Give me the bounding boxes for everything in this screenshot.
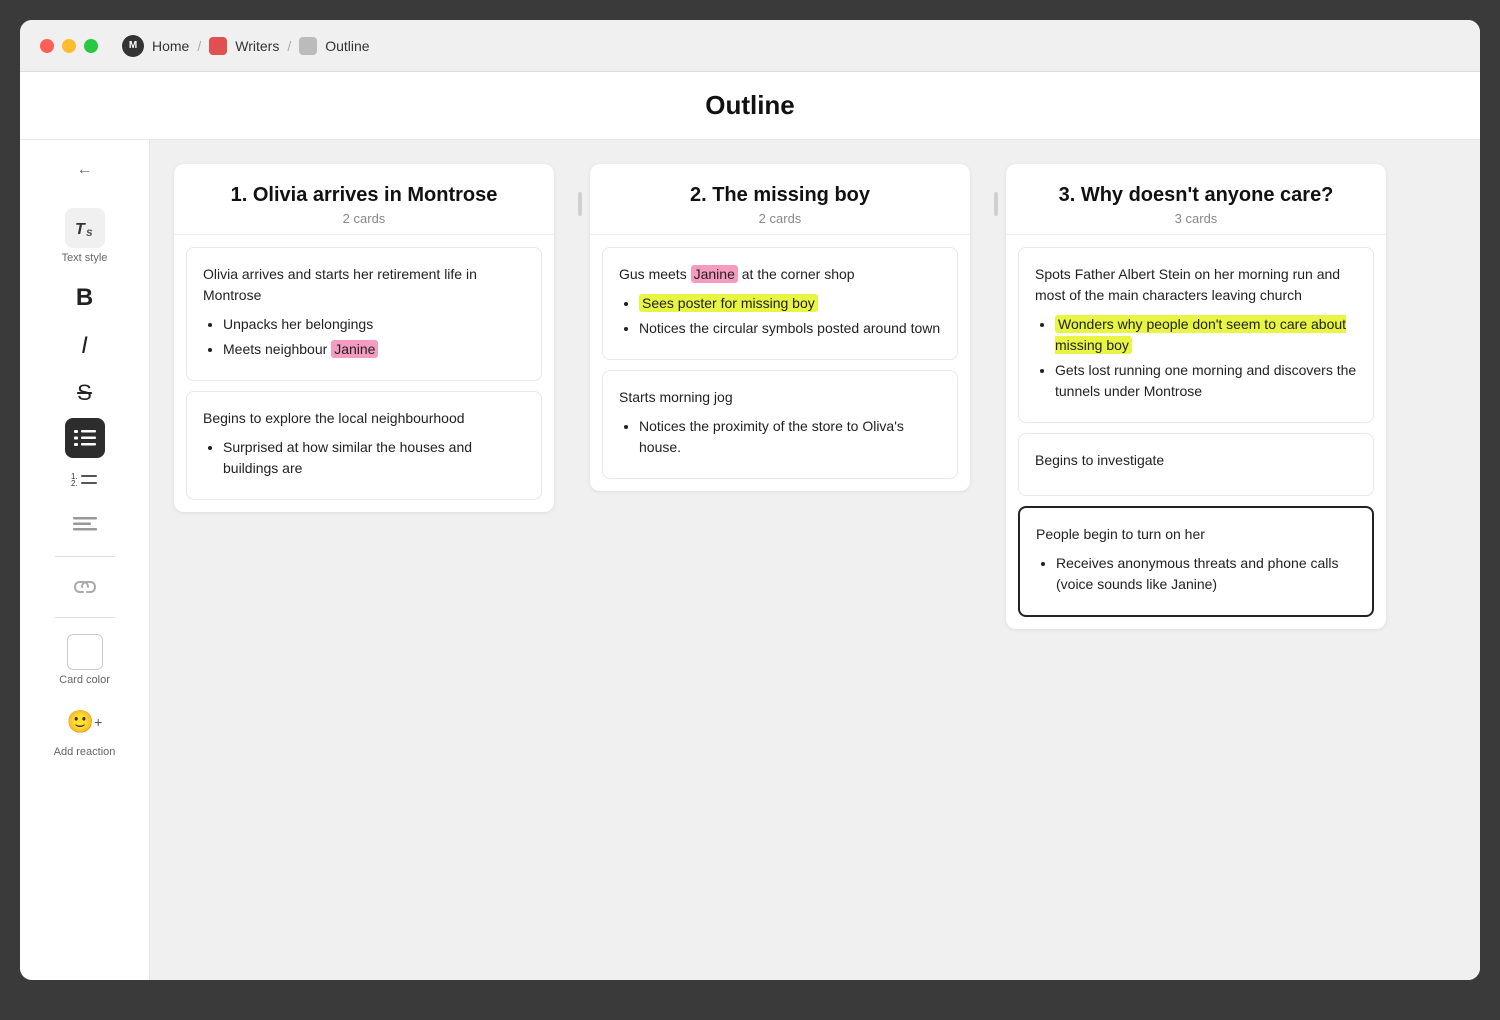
card-1-1-text: Olivia arrives and starts her retirement… [203, 264, 525, 306]
card-3-3[interactable]: People begin to turn on her Receives ano… [1018, 506, 1374, 617]
card-color-swatch [67, 634, 103, 670]
card-3-2[interactable]: Begins to investigate [1018, 433, 1374, 496]
column-sep-1 [570, 164, 590, 216]
card-2-1-list: Sees poster for missing boy Notices the … [619, 293, 941, 339]
page-title: Outline [38, 90, 1462, 121]
strikethrough-button[interactable]: S [69, 372, 100, 414]
maximize-button[interactable] [84, 39, 98, 53]
column-1-title: 1. Olivia arrives in Montrose [194, 184, 534, 207]
titlebar: M Home / Writers / Outline [20, 20, 1480, 72]
back-icon: ← [77, 161, 93, 179]
list-item: Meets neighbour Janine [223, 339, 525, 360]
card-3-2-text: Begins to investigate [1035, 450, 1357, 471]
column-2-header: 2. The missing boy 2 cards [590, 164, 970, 235]
card-2-1-text: Gus meets Janine at the corner shop [619, 264, 941, 285]
highlight-yellow-1: Sees poster for missing boy [639, 294, 818, 312]
list-item: Notices the proximity of the store to Ol… [639, 416, 941, 458]
card-2-2-list: Notices the proximity of the store to Ol… [619, 416, 941, 458]
column-2-body: Gus meets Janine at the corner shop Sees… [590, 235, 970, 491]
column-1-body: Olivia arrives and starts her retirement… [174, 235, 554, 512]
column-1-count: 2 cards [194, 211, 534, 226]
card-2-1[interactable]: Gus meets Janine at the corner shop Sees… [602, 247, 958, 360]
sidebar: ← T s Text style B I S [20, 140, 150, 980]
column-2: 2. The missing boy 2 cards Gus meets Jan… [590, 164, 970, 491]
content-area: 1. Olivia arrives in Montrose 2 cards Ol… [150, 140, 1480, 980]
column-1: 1. Olivia arrives in Montrose 2 cards Ol… [174, 164, 554, 512]
list-item: Notices the circular symbols posted arou… [639, 318, 941, 339]
reaction-icon: 🙂+ [64, 702, 104, 742]
column-3-count: 3 cards [1026, 211, 1366, 226]
card-1-2-text: Begins to explore the local neighbourhoo… [203, 408, 525, 429]
back-button[interactable]: ← [67, 152, 103, 188]
close-button[interactable] [40, 39, 54, 53]
add-reaction-button[interactable]: 🙂+ Add reaction [48, 696, 122, 764]
card-3-1-list: Wonders why people don't seem to care ab… [1035, 314, 1357, 402]
card-1-2-list: Surprised at how similar the houses and … [203, 437, 525, 479]
numbered-list-button[interactable]: 1. 2. [65, 462, 105, 502]
main-layout: ← T s Text style B I S [20, 140, 1480, 980]
card-1-2[interactable]: Begins to explore the local neighbourhoo… [186, 391, 542, 500]
card-2-2-text: Starts morning jog [619, 387, 941, 408]
highlight-janine: Janine [331, 340, 378, 358]
list-item: Gets lost running one morning and discov… [1055, 360, 1357, 402]
card-3-3-list: Receives anonymous threats and phone cal… [1036, 553, 1356, 595]
column-3-header: 3. Why doesn't anyone care? 3 cards [1006, 164, 1386, 235]
link-button[interactable] [65, 567, 105, 607]
svg-text:s: s [86, 225, 93, 239]
card-2-2[interactable]: Starts morning jog Notices the proximity… [602, 370, 958, 479]
card-1-1[interactable]: Olivia arrives and starts her retirement… [186, 247, 542, 381]
card-3-3-text: People begin to turn on her [1036, 524, 1356, 545]
column-3-body: Spots Father Albert Stein on her morning… [1006, 235, 1386, 629]
column-1-header: 1. Olivia arrives in Montrose 2 cards [174, 164, 554, 235]
outline-link[interactable]: Outline [325, 38, 369, 54]
highlight-janine-2: Janine [691, 265, 738, 283]
traffic-lights [40, 39, 98, 53]
column-2-title: 2. The missing boy [610, 184, 950, 207]
add-reaction-label: Add reaction [54, 746, 116, 758]
list-item: Sees poster for missing boy [639, 293, 941, 314]
writers-link[interactable]: Writers [235, 38, 279, 54]
card-3-1-text: Spots Father Albert Stein on her morning… [1035, 264, 1357, 306]
outline-icon [299, 37, 317, 55]
sidebar-divider-2 [55, 617, 115, 618]
sidebar-item-text-style[interactable]: T s Text style [30, 200, 140, 272]
page-header: Outline [20, 72, 1480, 140]
column-3-title: 3. Why doesn't anyone care? [1026, 184, 1366, 207]
sidebar-divider [55, 556, 115, 557]
column-2-count: 2 cards [610, 211, 950, 226]
bold-button[interactable]: B [68, 276, 101, 320]
card-color-button[interactable]: Card color [53, 628, 116, 692]
list-item: Unpacks her belongings [223, 314, 525, 335]
app-window: M Home / Writers / Outline Outline ← T s [20, 20, 1480, 980]
breadcrumb-sep-1: / [197, 38, 201, 54]
text-style-icon: T s [65, 208, 105, 248]
column-3: 3. Why doesn't anyone care? 3 cards Spot… [1006, 164, 1386, 629]
bullet-list-button[interactable] [65, 418, 105, 458]
list-item: Surprised at how similar the houses and … [223, 437, 525, 479]
list-item: Receives anonymous threats and phone cal… [1056, 553, 1356, 595]
writers-icon [209, 37, 227, 55]
svg-text:T: T [75, 221, 86, 238]
card-color-label: Card color [59, 674, 110, 686]
columns-wrapper: 1. Olivia arrives in Montrose 2 cards Ol… [174, 164, 1402, 956]
home-link[interactable]: Home [152, 38, 189, 54]
breadcrumb: M Home / Writers / Outline [122, 35, 370, 57]
breadcrumb-sep-2: / [287, 38, 291, 54]
card-3-1[interactable]: Spots Father Albert Stein on her morning… [1018, 247, 1374, 423]
align-button[interactable] [65, 506, 105, 546]
text-style-label: Text style [62, 252, 108, 264]
svg-text:2.: 2. [71, 479, 78, 488]
home-icon: M [122, 35, 144, 57]
italic-button[interactable]: I [73, 324, 96, 368]
list-item: Wonders why people don't seem to care ab… [1055, 314, 1357, 356]
card-1-1-list: Unpacks her belongings Meets neighbour J… [203, 314, 525, 360]
minimize-button[interactable] [62, 39, 76, 53]
highlight-yellow-2: Wonders why people don't seem to care ab… [1055, 315, 1346, 354]
column-sep-2 [986, 164, 1006, 216]
